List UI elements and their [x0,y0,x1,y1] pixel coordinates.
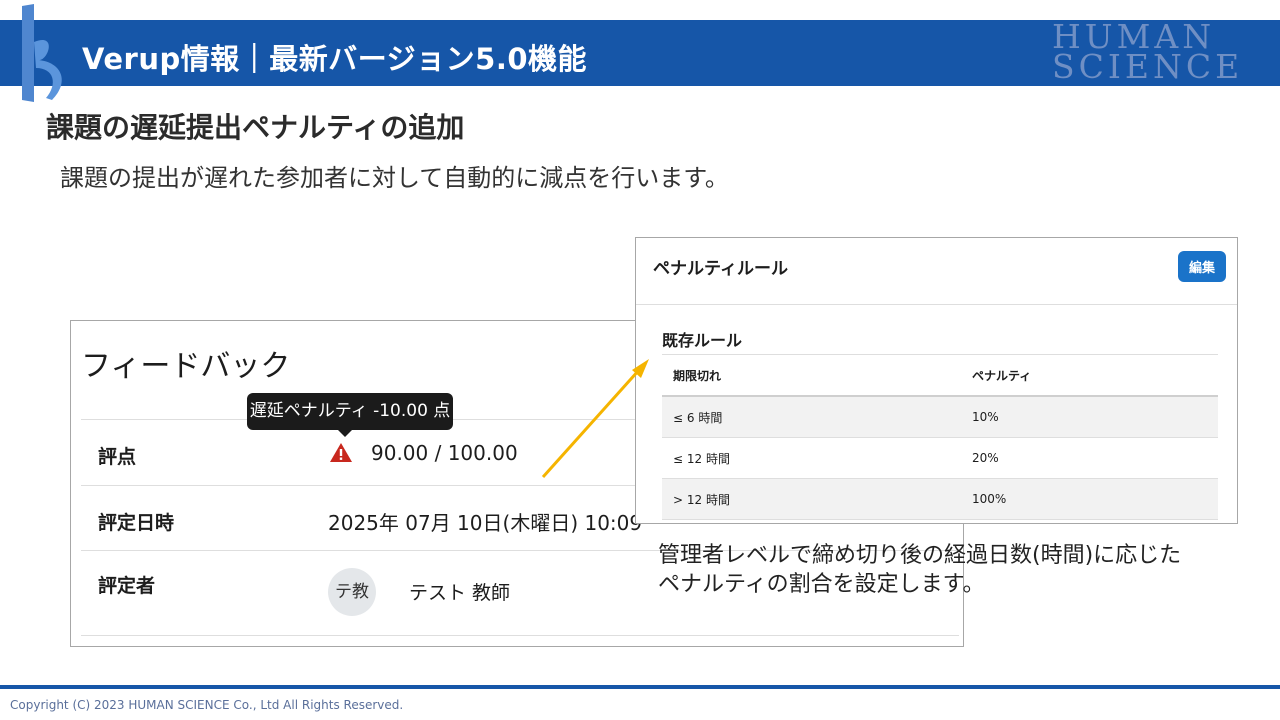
arrow-icon [541,359,649,479]
table-row: ≤ 6 時間 10% [662,396,1218,438]
table-row: ≤ 12 時間 20% [662,437,1218,479]
brand-line-2: SCIENCE [1052,47,1244,86]
overdue-cell: ≤ 6 時間 [662,396,961,438]
penalty-table: 期限切れ ペナルティ ≤ 6 時間 10% ≤ 12 時間 20% > 12 時… [662,354,1218,520]
penalty-rule-title: ペナルティルール [653,259,788,279]
column-header-penalty: ペナルティ [961,354,1218,397]
feedback-title: フィードバック [81,349,291,384]
warning-icon[interactable] [329,442,353,463]
callout-text: 管理者レベルで締め切り後の経過日数(時間)に応じた ペナルティの割合を設定します… [658,541,1258,599]
graded-date-label: 評定日時 [98,512,175,534]
grader-label: 評定者 [98,575,156,597]
callout-line-2: ペナルティの割合を設定します。 [658,572,985,597]
penalty-cell: 20% [961,437,1218,479]
overdue-cell: ≤ 12 時間 [662,437,961,479]
human-science-logo [22,4,62,102]
avatar[interactable]: テ教 [328,568,376,616]
table-header-row: 期限切れ ペナルティ [662,354,1218,397]
brand-logo-text: HUMAN SCIENCE [1052,20,1262,86]
graded-date-value: 2025年 07月 10日(木曜日) 10:09 [328,511,643,535]
copyright: Copyright (C) 2023 HUMAN SCIENCE Co., Lt… [10,698,404,712]
overdue-cell: > 12 時間 [662,478,961,520]
late-penalty-tooltip: 遅延ペナルティ -10.00 点 [247,393,453,430]
section-description: 課題の提出が遅れた参加者に対して自動的に減点を行います。 [60,164,729,192]
tooltip-arrow [337,429,353,437]
divider [636,304,1237,305]
table-row: > 12 時間 100% [662,478,1218,520]
column-header-overdue: 期限切れ [662,354,961,397]
grade-label: 評点 [98,446,137,468]
penalty-cell: 10% [961,396,1218,438]
existing-rules-title: 既存ルール [662,331,743,350]
penalty-rule-panel: ペナルティルール 編集 既存ルール 期限切れ ペナルティ ≤ 6 時間 10% … [635,237,1238,524]
callout-line-1: 管理者レベルで締め切り後の経過日数(時間)に応じた [658,543,1182,568]
footer-line [0,685,1280,689]
grader-name[interactable]: テスト 教師 [409,578,510,605]
section-title: 課題の遅延提出ペナルティの追加 [46,111,465,144]
page-title: Verup情報｜最新バージョン5.0機能 [82,42,588,76]
grade-value: 90.00 / 100.00 [371,441,518,465]
edit-button[interactable]: 編集 [1178,251,1226,282]
penalty-cell: 100% [961,478,1218,520]
